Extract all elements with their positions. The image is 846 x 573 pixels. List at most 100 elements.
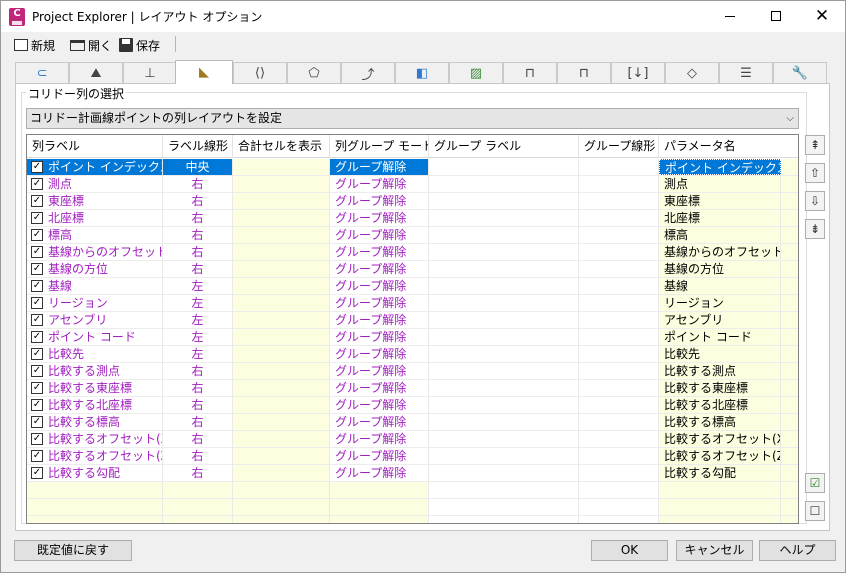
table-row[interactable]: ✓ 比較する標高 右 グループ解除 比較する標高 [27, 414, 798, 431]
row-group-mode[interactable]: グループ解除 [330, 227, 429, 243]
row-group-label[interactable] [429, 448, 579, 464]
tab-assembly[interactable]: ⟨⟩ [233, 62, 287, 83]
row-show-total[interactable] [233, 380, 330, 396]
row-column-label[interactable]: ✓ 基線 [27, 278, 163, 294]
close-button[interactable]: ✕ [799, 1, 845, 32]
row-group-linetype[interactable] [579, 176, 659, 192]
row-show-total[interactable] [233, 278, 330, 294]
row-group-mode[interactable]: グループ解除 [330, 397, 429, 413]
header-group-linetype[interactable]: グループ線形 [579, 135, 659, 158]
table-row[interactable]: ✓ 測点 右 グループ解除 測点 [27, 176, 798, 193]
row-group-linetype[interactable] [579, 346, 659, 362]
header-parameter-name[interactable]: パラメータ名 [659, 135, 798, 158]
row-show-total[interactable] [233, 329, 330, 345]
row-show-total[interactable] [233, 176, 330, 192]
row-visible-checkbox[interactable]: ✓ [31, 399, 43, 411]
row-group-mode[interactable]: グループ解除 [330, 244, 429, 260]
row-visible-checkbox[interactable]: ✓ [31, 416, 43, 428]
row-column-label[interactable]: ✓ ポイント インデックス [27, 159, 163, 175]
move-bottom-button[interactable]: ⇟ [805, 219, 825, 239]
move-top-button[interactable]: ⇞ [805, 135, 825, 155]
row-group-linetype[interactable] [579, 227, 659, 243]
row-group-mode[interactable]: グループ解除 [330, 176, 429, 192]
reset-defaults-button[interactable]: 既定値に戻す [14, 540, 132, 561]
row-visible-checkbox[interactable]: ✓ [31, 297, 43, 309]
header-show-total[interactable]: 合計セルを表示 [233, 135, 330, 158]
tab-pressure[interactable]: ⊓ [557, 62, 611, 83]
move-down-button[interactable]: ⇩ [805, 191, 825, 211]
table-row[interactable]: ✓ 比較する測点 右 グループ解除 比較する測点 [27, 363, 798, 380]
row-group-mode[interactable]: グループ解除 [330, 414, 429, 430]
table-row[interactable]: ✓ 比較先 左 グループ解除 比較先 [27, 346, 798, 363]
row-group-linetype[interactable] [579, 244, 659, 260]
row-visible-checkbox[interactable]: ✓ [31, 280, 43, 292]
row-show-total[interactable] [233, 397, 330, 413]
table-row[interactable]: ✓ 比較する勾配 右 グループ解除 比較する勾配 [27, 465, 798, 482]
row-show-total[interactable] [233, 363, 330, 379]
layout-select-dropdown[interactable]: コリドー計画線ポイントの列レイアウトを設定 ⌵ [26, 108, 799, 129]
tab-fitting[interactable]: [↓] [611, 62, 665, 83]
row-group-mode[interactable]: グループ解除 [330, 363, 429, 379]
save-button[interactable]: 保存 [119, 35, 160, 55]
row-visible-checkbox[interactable]: ✓ [31, 212, 43, 224]
row-label-linetype[interactable]: 左 [163, 312, 233, 328]
row-visible-checkbox[interactable]: ✓ [31, 382, 43, 394]
row-show-total[interactable] [233, 448, 330, 464]
row-column-label[interactable]: ✓ リージョン [27, 295, 163, 311]
new-button[interactable]: 新規 [14, 35, 55, 55]
tab-alignment[interactable]: ⊂ [15, 62, 69, 83]
tab-sheet[interactable]: ◇ [665, 62, 719, 83]
row-group-linetype[interactable] [579, 295, 659, 311]
table-row[interactable]: ✓比較するオフセット(XY)右グループ解除比較するオフセット(XY) [27, 431, 798, 448]
row-group-linetype[interactable] [579, 465, 659, 481]
row-label-linetype[interactable]: 右 [163, 244, 233, 260]
row-label-linetype[interactable]: 右 [163, 414, 233, 430]
row-show-total[interactable] [233, 261, 330, 277]
row-group-label[interactable] [429, 380, 579, 396]
row-group-label[interactable] [429, 329, 579, 345]
table-row[interactable]: ✓ リージョン 左 グループ解除 リージョン [27, 295, 798, 312]
row-show-total[interactable] [233, 193, 330, 209]
row-show-total[interactable] [233, 465, 330, 481]
row-group-label[interactable] [429, 176, 579, 192]
tab-profile[interactable]: ⛰ [69, 62, 123, 83]
header-group-mode[interactable]: 列グループ モード [330, 135, 429, 158]
row-column-label[interactable]: ✓ ポイント コード [27, 329, 163, 345]
check-all-button[interactable]: ☑ [805, 473, 825, 493]
tab-structure[interactable]: ◧ [395, 62, 449, 83]
cancel-button[interactable]: キャンセル [676, 540, 753, 561]
row-show-total[interactable] [233, 414, 330, 430]
row-group-mode[interactable]: グループ解除 [330, 210, 429, 226]
tab-point-group[interactable]: ⊓ [503, 62, 557, 83]
column-grid[interactable]: 列ラベル ラベル線形 合計セルを表示 列グループ モード グループ ラベル グル… [26, 134, 799, 524]
row-visible-checkbox[interactable]: ✓ [31, 450, 43, 462]
row-column-label[interactable]: ✓ 比較するオフセット(Z) [27, 448, 163, 464]
row-group-label[interactable] [429, 278, 579, 294]
row-label-linetype[interactable]: 右 [163, 261, 233, 277]
row-group-mode[interactable]: グループ解除 [330, 448, 429, 464]
row-group-linetype[interactable] [579, 210, 659, 226]
row-visible-checkbox[interactable]: ✓ [31, 229, 43, 241]
table-row[interactable]: ✓ 基線の方位 右 グループ解除 基線の方位 [27, 261, 798, 278]
row-group-label[interactable] [429, 465, 579, 481]
row-show-total[interactable] [233, 346, 330, 362]
row-group-mode[interactable]: グループ解除 [330, 278, 429, 294]
row-visible-checkbox[interactable]: ✓ [31, 433, 43, 445]
row-visible-checkbox[interactable]: ✓ [31, 331, 43, 343]
row-group-linetype[interactable] [579, 431, 659, 447]
table-row[interactable]: ✓ アセンブリ 左 グループ解除 アセンブリ [27, 312, 798, 329]
row-column-label[interactable]: ✓ 比較する北座標 [27, 397, 163, 413]
row-group-linetype[interactable] [579, 329, 659, 345]
row-label-linetype[interactable]: 右 [163, 431, 233, 447]
row-column-label[interactable]: ✓ 比較する測点 [27, 363, 163, 379]
row-column-label[interactable]: ✓ 基線からのオフセット [27, 244, 163, 260]
row-group-label[interactable] [429, 414, 579, 430]
row-label-linetype[interactable]: 右 [163, 465, 233, 481]
row-group-label[interactable] [429, 159, 579, 175]
row-group-label[interactable] [429, 210, 579, 226]
table-row[interactable]: ✓ 北座標 右 グループ解除 北座標 [27, 210, 798, 227]
row-label-linetype[interactable]: 右 [163, 227, 233, 243]
row-show-total[interactable] [233, 431, 330, 447]
row-group-mode[interactable]: グループ解除 [330, 431, 429, 447]
open-button[interactable]: 開く [70, 35, 112, 55]
